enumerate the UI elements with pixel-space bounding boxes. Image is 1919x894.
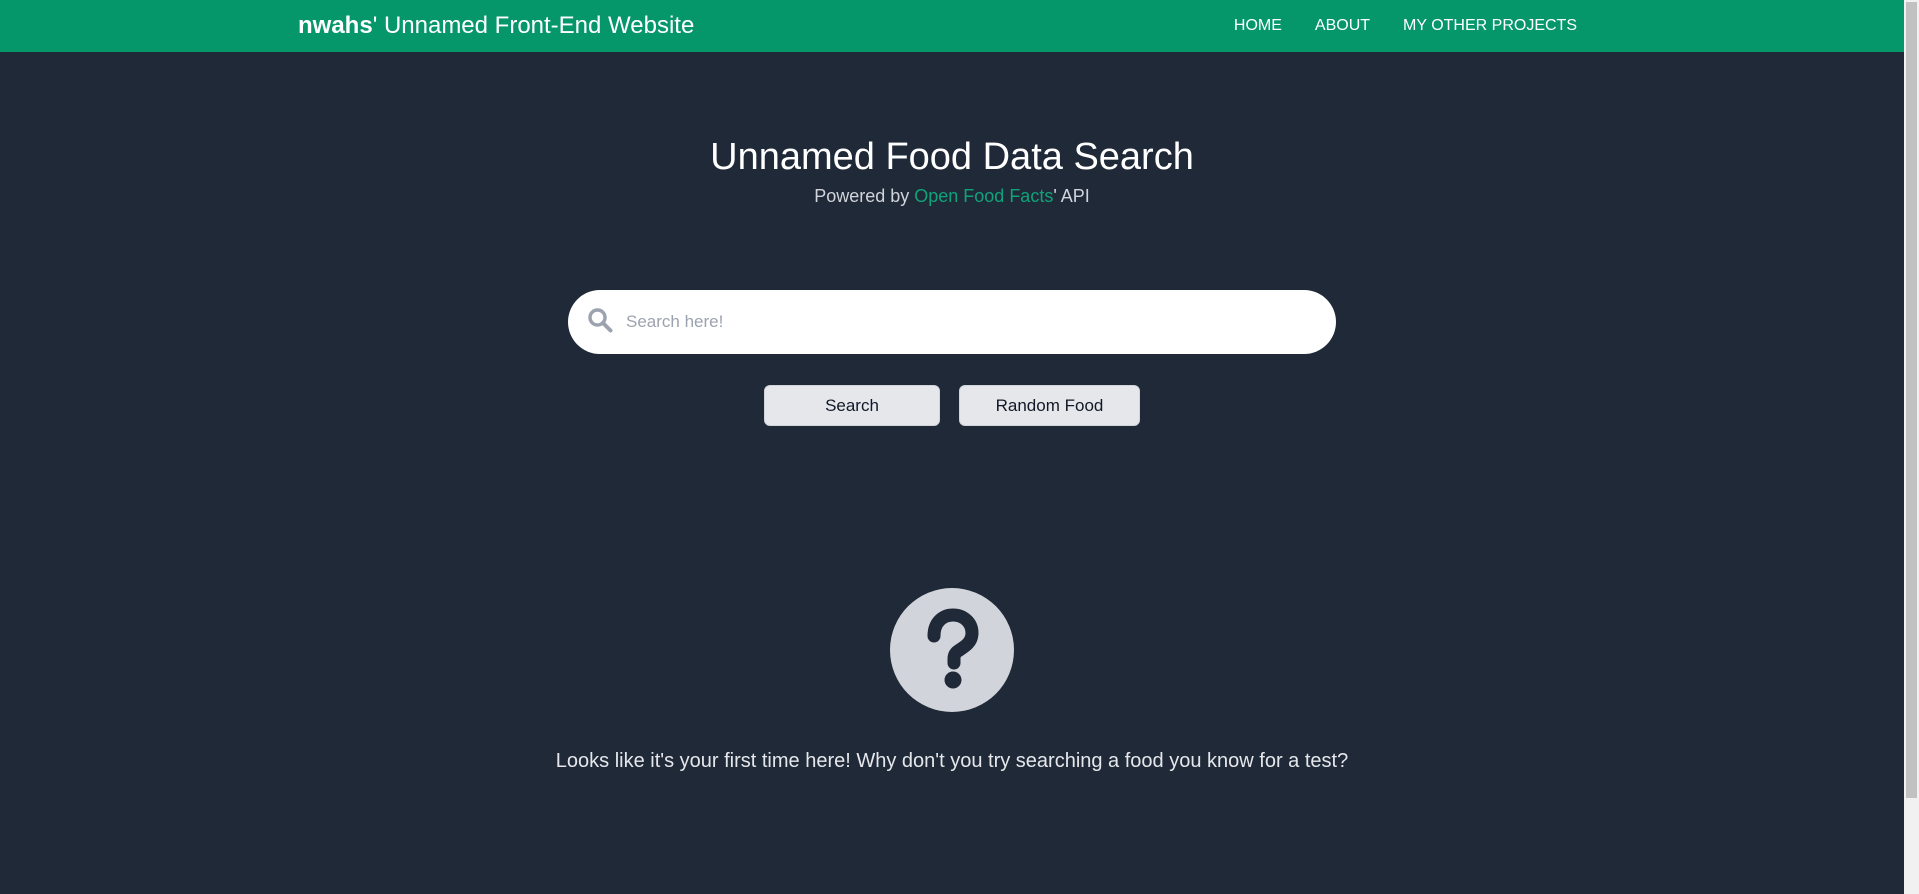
nav-home-link[interactable]: HOME [1234, 17, 1282, 35]
main-content: Unnamed Food Data Search Powered by Open… [0, 52, 1904, 894]
nav-other-projects-link[interactable]: MY OTHER PROJECTS [1403, 17, 1577, 35]
page-title: Unnamed Food Data Search [710, 136, 1194, 178]
empty-state-message: Looks like it's your first time here! Wh… [555, 750, 1349, 772]
brand-rest: ' Unnamed Front-End Website [372, 12, 695, 39]
nav-links: HOME ABOUT MY OTHER PROJECTS [1234, 17, 1577, 35]
search-button[interactable]: Search [764, 385, 940, 426]
subtitle-suffix: ' API [1053, 186, 1090, 206]
open-food-facts-link[interactable]: Open Food Facts [914, 186, 1053, 206]
site-brand[interactable]: nwahs' Unnamed Front-End Website [298, 12, 694, 40]
vertical-scrollbar[interactable] [1904, 0, 1919, 894]
search-icon [586, 306, 626, 339]
navbar: nwahs' Unnamed Front-End Website HOME AB… [0, 0, 1904, 52]
random-food-button[interactable]: Random Food [959, 385, 1140, 426]
page-subtitle: Powered by Open Food Facts' API [0, 186, 1904, 207]
search-input[interactable] [626, 312, 1306, 332]
brand-bold: nwahs [298, 12, 373, 39]
nav-about-link[interactable]: ABOUT [1315, 17, 1370, 35]
scrollbar-thumb[interactable] [1906, 2, 1917, 798]
subtitle-prefix: Powered by [814, 186, 915, 206]
search-box[interactable] [568, 290, 1336, 354]
